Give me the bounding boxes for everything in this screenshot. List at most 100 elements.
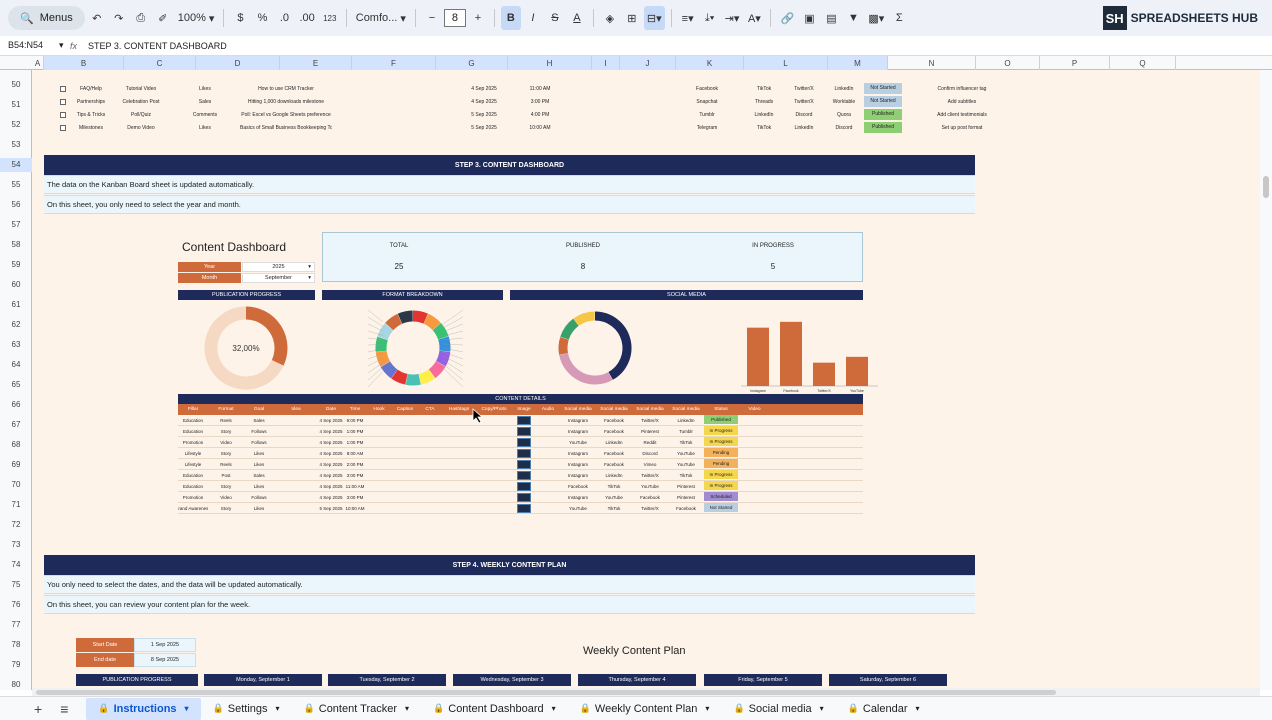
month-select[interactable]: September ▾ [242,273,315,283]
chevron-down-icon[interactable]: ▾ [552,704,556,713]
dashboard-charts[interactable]: 32,00% Instagram Facebook Twitter/X YouTube [178,302,878,397]
name-box[interactable]: B54:N54 ▾ [0,40,70,51]
column-header[interactable]: Q [1110,56,1176,70]
column-header[interactable]: H [508,56,592,70]
chevron-down-icon[interactable]: ▾ [276,704,280,713]
column-header[interactable]: P [1040,56,1110,70]
percent-button[interactable]: % [252,6,272,30]
row-header[interactable]: 72 [0,518,32,532]
sheet-tab[interactable]: 🔒 Instructions ▾ [86,697,201,720]
filter-views-icon[interactable]: ▩▾ [865,6,887,30]
row-header[interactable]: 73 [0,538,32,552]
menus-button[interactable]: 🔍 Menus [8,6,85,30]
column-header[interactable]: N [888,56,976,70]
bold-button[interactable]: B [500,6,521,30]
start-date-input[interactable]: 1 Sep 2025 [134,638,196,652]
column-header[interactable]: A [32,56,44,70]
chevron-down-icon[interactable]: ▾ [405,704,409,713]
number-format-button[interactable]: 123 [320,6,340,30]
font-select[interactable]: Comfo... ▾ [353,6,409,30]
chevron-down-icon[interactable]: ▾ [916,704,920,713]
column-header[interactable]: L [744,56,828,70]
row-header[interactable]: 54 [0,158,32,172]
scroll-thumb[interactable] [1263,176,1269,198]
column-header[interactable]: J [620,56,676,70]
details-row[interactable]: Education Story Follows 4 Sep 2025 1:00 PM In… [178,426,863,437]
comment-icon[interactable]: ▣ [799,6,819,30]
row-header[interactable]: 61 [0,298,32,312]
column-header[interactable]: O [976,56,1040,70]
checkbox[interactable] [60,85,66,92]
row-header[interactable]: 67 [0,418,32,432]
column-header[interactable]: C [124,56,196,70]
fill-color-icon[interactable]: ◈ [600,6,620,30]
details-row[interactable]: Education Story Likes 4 Sep 2025 11:00 AM Fac… [178,481,863,492]
row-header[interactable]: 52 [0,118,32,132]
details-row[interactable]: Promotion Video Follows 4 Sep 2025 3:00 PM In… [178,492,863,503]
decimal-increase-button[interactable]: .00 [296,6,317,30]
row-header[interactable]: 58 [0,238,32,252]
merge-cells-icon[interactable]: ⊟▾ [643,6,665,30]
formula-input[interactable]: STEP 3. CONTENT DASHBOARD [84,41,227,51]
all-sheets-icon[interactable]: ≡ [60,701,68,717]
details-row[interactable]: Lifestyle Reels Likes 4 Sep 2025 2:00 PM Inst… [178,459,863,470]
table-row[interactable]: Tips & Tricks Poll/Quiz Comments Poll: Exce… [60,108,1022,121]
sheet-tab[interactable]: 🔒 Content Dashboard ▾ [421,698,568,720]
row-header[interactable]: 74 [0,558,32,572]
row-header[interactable]: 65 [0,378,32,392]
row-header[interactable]: 62 [0,318,32,332]
row-header[interactable]: 71 [0,498,32,512]
sheet-tab[interactable]: 🔒 Settings ▾ [201,698,292,720]
row-header[interactable]: 55 [0,178,32,192]
scroll-thumb[interactable] [36,690,1056,695]
section-bar-step4[interactable]: STEP 4. WEEKLY CONTENT PLAN [44,555,975,575]
row-header[interactable]: 63 [0,338,32,352]
checkbox[interactable] [60,98,66,105]
section-bar-step3[interactable]: STEP 3. CONTENT DASHBOARD [44,155,975,175]
column-header[interactable]: G [436,56,508,70]
checkbox[interactable] [60,124,66,131]
chevron-down-icon[interactable]: ▾ [820,704,824,713]
text-rotation-icon[interactable]: A▾ [744,6,764,30]
column-header[interactable]: M [828,56,888,70]
column-header[interactable]: B [44,56,124,70]
row-header[interactable]: 50 [0,78,32,92]
vertical-align-icon[interactable]: ⤓▾ [700,6,720,30]
chevron-down-icon[interactable]: ▾ [185,704,189,713]
details-row[interactable]: Education Post Sales 4 Sep 2025 3:00 PM Insta… [178,470,863,481]
row-header[interactable]: 78 [0,638,32,652]
chevron-down-icon[interactable]: ▾ [705,704,709,713]
row-header[interactable]: 59 [0,258,32,272]
paint-format-icon[interactable]: ✐ [153,6,173,30]
table-row[interactable]: Milestones Demo Video Likes Basics of Small… [60,121,1022,134]
filter-icon[interactable]: ▼ [843,6,863,30]
currency-button[interactable]: $ [230,6,250,30]
chart-icon[interactable]: ▤ [821,6,841,30]
functions-button[interactable]: Σ [889,6,909,30]
italic-button[interactable]: I [523,6,543,30]
vertical-scrollbar[interactable] [1260,70,1272,690]
column-header[interactable]: D [196,56,280,70]
row-header[interactable]: 69 [0,458,32,472]
details-row[interactable]: Promotion Video Follows 4 Sep 2025 1:00 PM Yo… [178,437,863,448]
row-header[interactable]: 79 [0,658,32,672]
decimal-decrease-button[interactable]: .0 [274,6,294,30]
row-header[interactable]: 51 [0,98,32,112]
row-header[interactable]: 68 [0,438,32,452]
column-header[interactable]: I [592,56,620,70]
row-header[interactable]: 70 [0,478,32,492]
sheet-tab[interactable]: 🔒 Social media ▾ [721,698,835,720]
text-wrap-icon[interactable]: ⇥▾ [722,6,743,30]
sheet-tab[interactable]: 🔒 Weekly Content Plan ▾ [568,698,722,720]
font-size-increase-button[interactable]: + [468,6,488,30]
row-header[interactable]: 57 [0,218,32,232]
row-header[interactable]: 66 [0,398,32,412]
add-sheet-icon[interactable]: + [34,701,42,717]
year-select[interactable]: 2025 ▾ [242,262,315,272]
strikethrough-button[interactable]: S [545,6,565,30]
end-date-input[interactable]: 8 Sep 2025 [134,653,196,667]
row-header[interactable]: 64 [0,358,32,372]
horizontal-scrollbar[interactable] [32,688,1260,696]
details-row[interactable]: Brand Awareness Story Likes 5 Sep 202510:00… [178,503,863,514]
sheet-tab[interactable]: 🔒 Calendar ▾ [836,698,932,720]
